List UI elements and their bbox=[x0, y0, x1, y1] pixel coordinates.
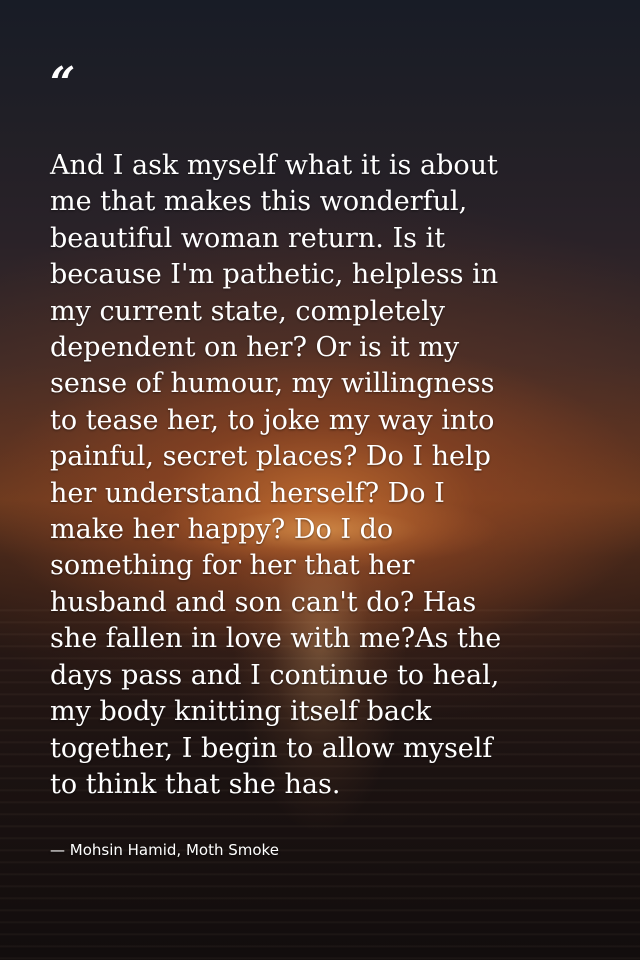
quote-card: “ And I ask myself what it is about me t… bbox=[0, 0, 640, 960]
quote-line: And I ask myself what it is about bbox=[50, 150, 498, 181]
quote-line: my body knitting itself back bbox=[50, 696, 432, 728]
quote-line: make her happy? Do I do bbox=[50, 514, 394, 546]
quote-line: sense of humour, my willingness bbox=[50, 368, 495, 400]
quote-line: to tease her, to joke my way into bbox=[50, 404, 495, 436]
quote-line: because I'm pathetic, helpless in bbox=[50, 259, 499, 291]
open-quote-mark: “ bbox=[50, 58, 76, 109]
quote-attribution: — Mohsin Hamid, Moth Smoke bbox=[50, 841, 279, 859]
quote-line: painful, secret places? Do I help bbox=[50, 441, 491, 473]
quote-line: something for her that her bbox=[50, 550, 415, 582]
quote-line: husband and son can't do? Has bbox=[50, 586, 477, 618]
quote-line: she fallen in love with me?As the bbox=[50, 623, 502, 655]
quote-line: my current state, completely bbox=[50, 295, 445, 327]
quote-line: her understand herself? Do I bbox=[50, 477, 445, 509]
quote-line: together, I begin to allow myself bbox=[50, 732, 493, 764]
quote-line: to think that she has. bbox=[50, 768, 341, 800]
quote-line: beautiful woman return. Is it bbox=[50, 222, 446, 254]
quote-line: dependent on her? Or is it my bbox=[50, 332, 460, 364]
quote-text: And I ask myself what it is about me tha… bbox=[50, 148, 610, 803]
quote-line: me that makes this wonderful, bbox=[50, 186, 468, 218]
quote-line: days pass and I continue to heal, bbox=[50, 659, 500, 691]
